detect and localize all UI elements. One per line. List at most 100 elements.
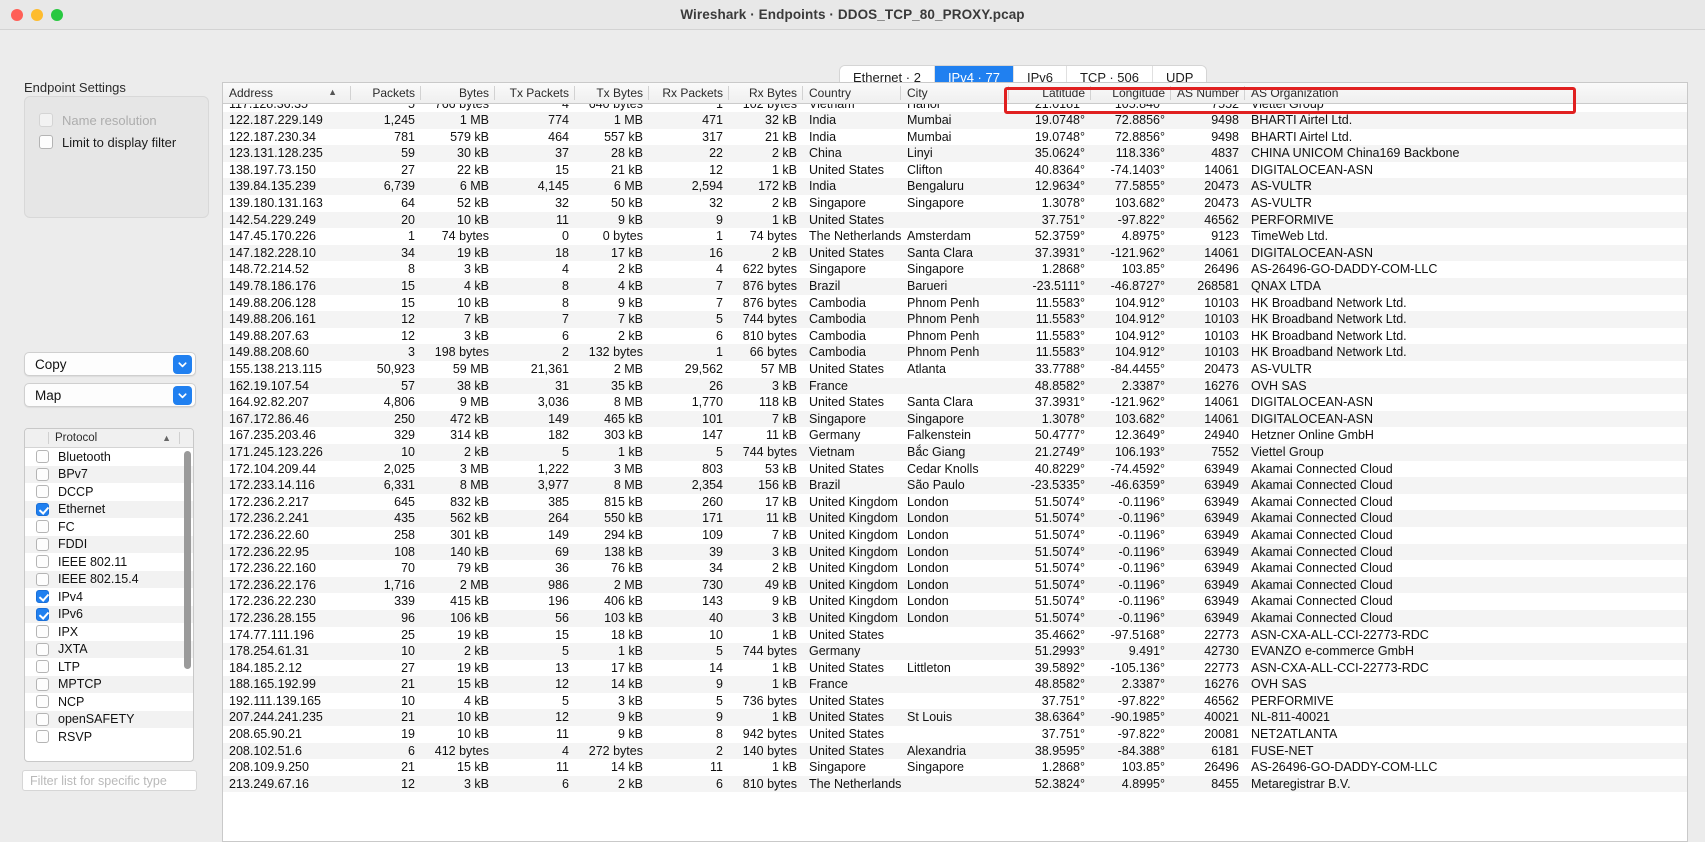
protocol-row[interactable]: Bluetooth	[25, 448, 193, 466]
table-row[interactable]: 174.77.111.196 25 19 kB 15 18 kB 10 1 kB United…	[223, 626, 1687, 644]
protocol-checkbox[interactable]	[36, 450, 49, 464]
table-row[interactable]: 142.54.229.249 20 10 kB 11 9 kB 9 1 kB United S…	[223, 211, 1687, 229]
table-row[interactable]: 213.249.67.16 12 3 kB 6 2 kB 6 810 bytes The Ne…	[223, 775, 1687, 793]
table-row[interactable]: 172.236.28.155 96 106 kB 56 103 kB 40 3 kB Unit…	[223, 609, 1687, 627]
table-row[interactable]: 208.109.9.250 21 15 kB 11 14 kB 11 1 kB Singapo…	[223, 759, 1687, 776]
protocol-checkbox[interactable]	[36, 712, 49, 726]
protocol-checkbox[interactable]	[36, 730, 49, 744]
endpoints-table-container[interactable]: Address ▲ Packets Bytes Tx Packets Tx Bytes Rx…	[222, 82, 1688, 842]
protocol-checkbox[interactable]	[36, 677, 49, 691]
table-row[interactable]: 172.233.14.116 6,331 8 MB 3,977 8 MB 2,354 156…	[223, 477, 1687, 494]
table-row[interactable]: 172.236.22.95 108 140 kB 69 138 kB 39 3 kB Unit…	[223, 543, 1687, 561]
column-header-tx-packets[interactable]: Tx Packets	[495, 83, 575, 104]
table-row[interactable]: 207.244.241.235 21 10 kB 12 9 kB 9 1 kB United …	[223, 709, 1687, 727]
maximize-window-button[interactable]	[51, 8, 63, 21]
chevron-down-icon[interactable]	[173, 386, 192, 405]
column-header-country[interactable]: Country	[803, 83, 901, 104]
table-row[interactable]: 172.236.22.60 258 301 kB 149 294 kB 109 7 kB Un…	[223, 526, 1687, 544]
protocol-row[interactable]: JXTA	[25, 640, 193, 658]
protocol-checkbox[interactable]	[36, 537, 49, 551]
protocol-checkbox[interactable]	[36, 660, 49, 674]
protocol-row[interactable]: openSAFETY	[25, 710, 193, 728]
table-row[interactable]: 149.78.186.176 15 4 kB 8 4 kB 7 876 bytes Brazi…	[223, 278, 1687, 295]
table-row[interactable]: 172.236.22.160 70 79 kB 36 76 kB 34 2 kB United…	[223, 560, 1687, 577]
table-row[interactable]: 148.72.214.52 8 3 kB 4 2 kB 4 622 bytes Singapo…	[223, 261, 1687, 279]
column-header-city[interactable]: City	[901, 83, 1009, 104]
table-row[interactable]: 164.92.82.207 4,806 9 MB 3,036 8 MB 1,770 118 …	[223, 394, 1687, 411]
table-row[interactable]: 178.254.61.31 10 2 kB 5 1 kB 5 744 bytes German…	[223, 643, 1687, 660]
protocol-row[interactable]: FC	[25, 518, 193, 536]
table-row[interactable]: 167.172.86.46 250 472 kB 149 465 kB 101 7 kB Si…	[223, 410, 1687, 428]
protocol-row[interactable]: RSVP	[25, 728, 193, 746]
protocol-checkbox[interactable]	[36, 695, 49, 709]
protocol-row[interactable]: DCCP	[25, 483, 193, 501]
column-header-bytes[interactable]: Bytes	[421, 83, 495, 104]
protocol-checkbox[interactable]	[36, 502, 49, 516]
table-row[interactable]: 172.236.2.241 435 562 kB 264 550 kB 171 11 kB U…	[223, 510, 1687, 527]
table-row[interactable]: 139.180.131.163 64 52 kB 32 50 kB 32 2 kB Singa…	[223, 195, 1687, 212]
column-header-as-number[interactable]: AS Number	[1171, 83, 1245, 104]
protocol-checkbox[interactable]	[36, 485, 49, 499]
protocol-checkbox[interactable]	[36, 642, 49, 656]
protocol-row[interactable]: IPv4	[25, 588, 193, 606]
table-row[interactable]: 162.19.107.54 57 38 kB 31 35 kB 26 3 kB France 4…	[223, 377, 1687, 395]
table-row[interactable]: 184.185.2.12 27 19 kB 13 17 kB 14 1 kB United S…	[223, 659, 1687, 677]
table-row[interactable]: 155.138.213.115 50,923 59 MB 21,361 2 MB 29,5…	[223, 361, 1687, 378]
table-row[interactable]: 122.187.229.149 1,245 1 MB 774 1 MB 471 32 kB I…	[223, 112, 1687, 129]
protocol-row[interactable]: Ethernet	[25, 500, 193, 518]
limit-to-display-filter-checkbox[interactable]	[39, 135, 53, 149]
protocol-row[interactable]: FDDI	[25, 535, 193, 553]
table-row[interactable]: 149.88.208.60 3 198 bytes 2 132 bytes 1 66 byt…	[223, 344, 1687, 361]
protocol-checkbox[interactable]	[36, 590, 49, 604]
table-row[interactable]: 167.235.203.46 329 314 kB 182 303 kB 147 11 kB…	[223, 427, 1687, 444]
endpoints-rows-viewport[interactable]: 117.128.36.35 5 766 bytes 4 640 bytes 1 102 by…	[223, 103, 1687, 838]
protocol-checkbox[interactable]	[36, 467, 49, 481]
table-row[interactable]: 123.131.128.235 59 30 kB 37 28 kB 22 2 kB China…	[223, 145, 1687, 162]
column-header-as-organization[interactable]: AS Organization	[1245, 83, 1687, 104]
table-row-partial[interactable]: 117.128.36.35 5 766 bytes 4 640 bytes 1 102 by…	[223, 103, 1687, 113]
protocol-filter-input[interactable]: Filter list for specific type	[22, 770, 197, 791]
table-row[interactable]: 149.88.206.161 12 7 kB 7 7 kB 5 744 bytes Cambo…	[223, 311, 1687, 328]
scrollbar-thumb[interactable]	[184, 451, 191, 669]
close-window-button[interactable]	[11, 8, 23, 21]
table-row[interactable]: 139.84.135.239 6,739 6 MB 4,145 6 MB 2,594 172…	[223, 178, 1687, 196]
table-row[interactable]: 138.197.73.150 27 22 kB 15 21 kB 12 1 kB United…	[223, 161, 1687, 179]
table-row[interactable]: 147.182.228.10 34 19 kB 18 17 kB 16 2 kB United…	[223, 244, 1687, 262]
protocol-checkbox[interactable]	[36, 625, 49, 639]
minimize-window-button[interactable]	[31, 8, 43, 21]
column-header-tx-bytes[interactable]: Tx Bytes	[575, 83, 649, 104]
protocol-row[interactable]: IEEE 802.15.4	[25, 570, 193, 588]
protocol-checkbox[interactable]	[36, 555, 49, 569]
protocol-list-scrollbar[interactable]	[184, 449, 192, 744]
table-row[interactable]: 122.187.230.34 781 579 kB 464 557 kB 317 21 kB…	[223, 128, 1687, 146]
table-row[interactable]: 147.45.170.226 1 74 bytes 0 0 bytes 1 74 bytes…	[223, 228, 1687, 245]
name-resolution-checkbox[interactable]	[39, 113, 53, 127]
table-row[interactable]: 188.165.192.99 21 15 kB 12 14 kB 9 1 kB France 4…	[223, 676, 1687, 693]
protocol-row[interactable]: IEEE 802.11	[25, 553, 193, 571]
column-header-rx-bytes[interactable]: Rx Bytes	[729, 83, 803, 104]
protocol-row[interactable]: LTP	[25, 658, 193, 676]
table-row[interactable]: 149.88.206.128 15 10 kB 8 9 kB 7 876 bytes Camb…	[223, 294, 1687, 312]
chevron-down-icon[interactable]	[173, 355, 192, 374]
protocol-checkbox[interactable]	[36, 572, 49, 586]
header-row[interactable]: Address ▲ Packets Bytes Tx Packets Tx Bytes Rx…	[223, 83, 1687, 104]
protocol-row[interactable]: BPv7	[25, 465, 193, 483]
column-header-address[interactable]: Address ▲	[223, 83, 351, 104]
column-header-rx-packets[interactable]: Rx Packets	[649, 83, 729, 104]
protocol-checkbox[interactable]	[36, 520, 49, 534]
table-row[interactable]: 171.245.123.226 10 2 kB 5 1 kB 5 744 bytes Viet…	[223, 443, 1687, 461]
copy-dropdown[interactable]: Copy	[24, 352, 196, 376]
column-header-latitude[interactable]: Latitude	[1009, 83, 1091, 104]
column-header-packets[interactable]: Packets	[351, 83, 421, 104]
table-row[interactable]: 172.236.22.230 339 415 kB 196 406 kB 143 9 kB U…	[223, 593, 1687, 610]
checkbox-row-name-resolution[interactable]: Name resolution	[25, 109, 208, 131]
table-row[interactable]: 208.102.51.6 6 412 bytes 4 272 bytes 2 140 byt…	[223, 742, 1687, 760]
table-row[interactable]: 172.236.22.176 1,716 2 MB 986 2 MB 730 49 kB Un…	[223, 576, 1687, 594]
column-header-longitude[interactable]: Longitude	[1091, 83, 1171, 104]
table-row[interactable]: 172.236.2.217 645 832 kB 385 815 kB 260 17 kB U…	[223, 493, 1687, 511]
protocol-list[interactable]: Protocol ▲ Bluetooth BPv7 DCCP Ethernet FC FD…	[24, 428, 194, 762]
protocol-row[interactable]: MPTCP	[25, 675, 193, 693]
table-row[interactable]: 172.104.209.44 2,025 3 MB 1,222 3 MB 803 53 kB…	[223, 460, 1687, 478]
protocol-row[interactable]: NCP	[25, 693, 193, 711]
table-row[interactable]: 149.88.207.63 12 3 kB 6 2 kB 6 810 bytes Cambod…	[223, 327, 1687, 345]
